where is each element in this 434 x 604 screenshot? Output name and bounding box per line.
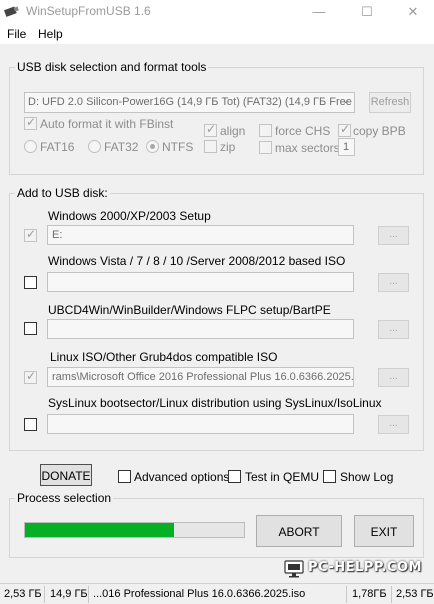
maximize-button[interactable]: ☐ (346, 0, 388, 24)
auto-format-checkbox[interactable]: ✓ (24, 115, 37, 130)
copy-bpb-checkbox[interactable]: ✓ (338, 122, 351, 137)
progress-bar (24, 522, 245, 538)
status-separator (346, 586, 347, 603)
usb-disk-value: D: UFD 2.0 Silicon-Power16G (14,9 ГБ Tot… (28, 96, 352, 108)
status-bar: 2,53 ГБ 14,9 ГБ ...016 Professional Plus… (0, 583, 434, 604)
ntfs-label: NTFS (162, 140, 194, 154)
copy-bpb-label: copy BPB (353, 124, 406, 138)
show-log-label: Show Log (340, 470, 394, 484)
usb-selection-title: USB disk selection and format tools (15, 60, 209, 74)
windows-xp-checkbox[interactable]: ✓ (24, 227, 37, 242)
advanced-options-label: Advanced options (134, 470, 230, 484)
ubcd4win-label: UBCD4Win/WinBuilder/Windows FLPC setup/B… (48, 303, 331, 317)
add-to-usb-title: Add to USB disk: (15, 186, 110, 200)
windows-vista-browse-button[interactable]: ... (378, 273, 409, 292)
abort-button[interactable]: ABORT (256, 515, 342, 547)
status-current-file: ...016 Professional Plus 16.0.6366.2025.… (93, 588, 306, 600)
syslinux-path[interactable] (47, 414, 354, 434)
max-sectors-label: max sectors (275, 141, 340, 155)
fat32-radio[interactable] (88, 140, 101, 153)
show-log-checkbox[interactable] (323, 470, 336, 483)
window-title: WinSetupFromUSB 1.6 (26, 4, 151, 18)
title-bar: WinSetupFromUSB 1.6 — ☐ ✕ (0, 0, 434, 24)
force-chs-checkbox[interactable] (259, 124, 272, 137)
monitor-icon (284, 560, 304, 578)
zip-label: zip (220, 140, 236, 154)
status-separator (88, 586, 89, 603)
max-sectors-checkbox[interactable] (259, 141, 272, 154)
windows-xp-label: Windows 2000/XP/2003 Setup (48, 209, 211, 223)
windows-xp-path[interactable]: E: (47, 225, 354, 245)
ubcd4win-checkbox[interactable] (24, 322, 37, 335)
ubcd4win-browse-button[interactable]: ... (378, 320, 409, 339)
status-copied-size: 1,78ГБ (352, 588, 387, 600)
fat32-label: FAT32 (104, 140, 139, 154)
windows-xp-browse-button[interactable]: ... (378, 226, 409, 245)
linux-iso-path[interactable]: rams\Microsoft Office 2016 Professional … (47, 367, 354, 387)
fat16-label: FAT16 (40, 140, 75, 154)
minimize-button[interactable]: — (298, 0, 340, 24)
status-remaining-size: 2,53 ГБ (396, 588, 434, 600)
syslinux-checkbox[interactable] (24, 418, 37, 431)
windows-vista-label: Windows Vista / 7 / 8 / 10 /Server 2008/… (48, 254, 346, 268)
donate-button[interactable]: DONATE (40, 464, 92, 486)
status-disk-size: 14,9 ГБ (50, 588, 88, 600)
status-total-size: 2,53 ГБ (4, 588, 42, 600)
menu-bar: File Help (0, 24, 434, 44)
test-qemu-checkbox[interactable] (228, 470, 241, 483)
align-checkbox[interactable]: ✓ (204, 122, 217, 137)
align-label: align (220, 124, 246, 138)
ubcd4win-path[interactable] (47, 319, 354, 339)
test-qemu-label: Test in QEMU (245, 470, 320, 484)
status-separator (391, 586, 392, 603)
menu-help[interactable]: Help (38, 27, 63, 41)
linux-iso-checkbox[interactable]: ✓ (24, 369, 37, 384)
exit-button[interactable]: EXIT (354, 515, 414, 547)
fat16-radio[interactable] (24, 140, 37, 153)
ntfs-radio[interactable] (146, 140, 159, 153)
windows-vista-path[interactable] (47, 272, 354, 292)
max-sectors-field[interactable]: 1 (338, 138, 355, 156)
watermark-text: PC-HELPP.COM (308, 560, 422, 575)
auto-format-label: Auto format it with FBinst (40, 117, 174, 131)
windows-vista-checkbox[interactable] (24, 276, 37, 289)
syslinux-browse-button[interactable]: ... (378, 415, 409, 434)
syslinux-label: SysLinux bootsector/Linux distribution u… (48, 396, 382, 410)
close-button[interactable]: ✕ (392, 0, 434, 24)
usb-drive-icon (4, 6, 19, 17)
refresh-button[interactable]: Refresh (369, 92, 411, 113)
advanced-options-checkbox[interactable] (118, 470, 131, 483)
chevron-down-icon: ⌄ (341, 95, 350, 106)
linux-iso-label: Linux ISO/Other Grub4dos compatible ISO (50, 350, 278, 364)
process-title: Process selection (15, 491, 114, 505)
zip-checkbox[interactable] (204, 140, 217, 153)
linux-iso-browse-button[interactable]: ... (378, 368, 409, 387)
menu-file[interactable]: File (7, 27, 26, 41)
status-separator (44, 586, 45, 603)
usb-disk-select[interactable]: D: UFD 2.0 Silicon-Power16G (14,9 ГБ Tot… (24, 92, 355, 113)
progress-fill (25, 523, 174, 537)
force-chs-label: force CHS (275, 124, 331, 138)
